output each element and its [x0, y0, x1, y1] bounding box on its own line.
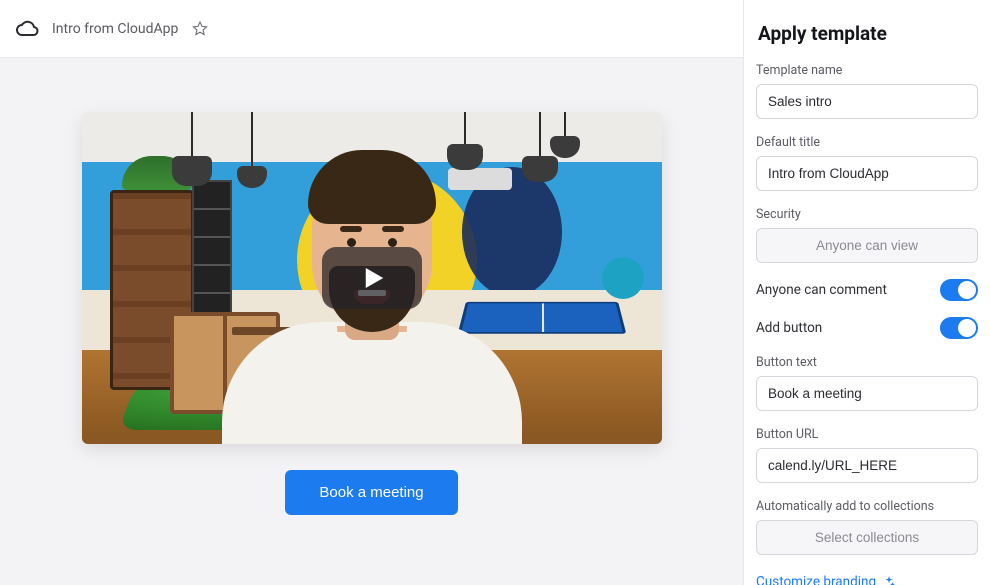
book-meeting-button[interactable]: Book a meeting	[285, 470, 457, 515]
customize-branding-link[interactable]: Customize branding	[756, 574, 896, 585]
favorite-star-button[interactable]	[190, 19, 210, 39]
button-url-label: Button URL	[756, 427, 978, 442]
template-name-input[interactable]	[756, 84, 978, 119]
cloud-logo-icon	[14, 16, 40, 42]
anyone-can-comment-toggle[interactable]	[940, 279, 978, 301]
template-name-label: Template name	[756, 63, 978, 78]
button-text-input[interactable]	[756, 376, 978, 411]
sidebar-heading: Apply template	[756, 22, 978, 45]
sparkle-icon	[882, 575, 896, 585]
add-button-label: Add button	[756, 320, 822, 336]
default-title-label: Default title	[756, 135, 978, 150]
anyone-can-comment-label: Anyone can comment	[756, 282, 887, 298]
add-button-row: Add button	[756, 317, 978, 339]
page-title: Intro from CloudApp	[52, 21, 178, 37]
security-label: Security	[756, 207, 978, 222]
customize-branding-label: Customize branding	[756, 574, 876, 585]
video-preview[interactable]	[82, 112, 662, 444]
collections-selector[interactable]: Select collections	[756, 520, 978, 555]
play-button[interactable]	[322, 247, 422, 309]
button-text-label: Button text	[756, 355, 978, 370]
cta-block: Book a meeting	[285, 470, 457, 515]
add-button-toggle[interactable]	[940, 317, 978, 339]
app-root: Intro from CloudApp	[0, 0, 990, 585]
preview-area: Book a meeting	[0, 58, 743, 585]
button-url-input[interactable]	[756, 448, 978, 483]
apply-template-sidebar: Apply template Template name Default tit…	[743, 0, 990, 585]
main-column: Intro from CloudApp	[0, 0, 743, 585]
anyone-can-comment-row: Anyone can comment	[756, 279, 978, 301]
collections-label: Automatically add to collections	[756, 499, 978, 514]
topbar: Intro from CloudApp	[0, 0, 743, 58]
security-selector[interactable]: Anyone can view	[756, 228, 978, 263]
default-title-input[interactable]	[756, 156, 978, 191]
